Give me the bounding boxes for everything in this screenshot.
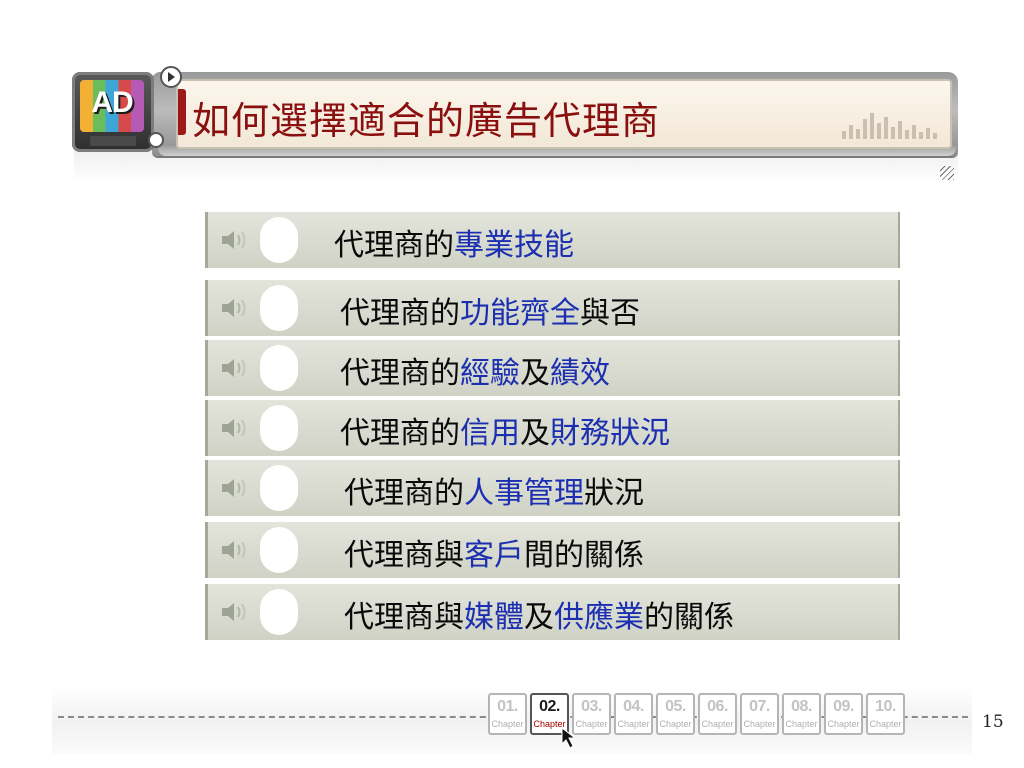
chapter-label: Chapter — [869, 719, 902, 729]
item-keyword: 信用 — [460, 416, 520, 451]
chapter-tab-4[interactable]: 04. Chapter — [614, 693, 653, 735]
speaker-icon[interactable] — [220, 228, 250, 252]
header-banner: 如何選擇適合的廣告代理商 AD — [66, 66, 958, 184]
item-keyword: 財務狀況 — [550, 416, 670, 451]
speaker-icon[interactable] — [220, 356, 250, 380]
item-marker — [260, 345, 298, 391]
item-marker — [260, 405, 298, 451]
item-label: 代理商的專業技能 — [334, 220, 574, 264]
item-prefix: 代理商的 — [340, 416, 460, 451]
resize-grip-icon — [940, 166, 954, 180]
chapter-tab-7[interactable]: 07. Chapter — [740, 693, 779, 735]
speaker-icon[interactable] — [220, 476, 250, 500]
chapter-number: 09. — [833, 698, 854, 715]
title-accent-bar — [178, 89, 186, 135]
item-label: 代理商與媒體及供應業的關係 — [344, 592, 734, 636]
list-item: 代理商的經驗及績效 — [205, 340, 900, 396]
chapter-number: 03. — [581, 698, 602, 715]
ad-monitor-icon: AD — [72, 72, 154, 152]
chapter-number: 04. — [623, 698, 644, 715]
list-item: 代理商的功能齊全與否 — [205, 280, 900, 336]
list-item: 代理商的信用及財務狀況 — [205, 400, 900, 456]
item-prefix: 代理商與 — [344, 600, 464, 635]
chapter-navigation: 01. Chapter 02. Chapter 03. Chapter 04. Chapter… — [488, 693, 905, 735]
page-title: 如何選擇適合的廣告代理商 — [192, 99, 661, 143]
chapter-label: Chapter — [827, 719, 860, 729]
ad-screen: AD — [80, 80, 144, 132]
item-text-part: 及 — [520, 416, 550, 451]
chapter-tab-9[interactable]: 09. Chapter — [824, 693, 863, 735]
list-item: 代理商與媒體及供應業的關係 — [205, 584, 900, 640]
ad-logo-text: AD — [91, 86, 133, 119]
chapter-label: Chapter — [701, 719, 734, 729]
item-label: 代理商的功能齊全與否 — [340, 288, 640, 332]
item-marker — [260, 527, 298, 573]
item-marker — [260, 465, 298, 511]
item-label: 代理商的人事管理狀況 — [344, 468, 644, 512]
chapter-label: Chapter — [743, 719, 776, 729]
item-keyword: 人事管理 — [464, 476, 584, 511]
item-prefix: 代理商與 — [344, 538, 464, 573]
item-label: 代理商與客戶間的關係 — [344, 530, 644, 574]
item-prefix: 代理商的 — [344, 476, 464, 511]
chapter-number: 07. — [749, 698, 770, 715]
chapter-tab-10[interactable]: 10. Chapter — [866, 693, 905, 735]
item-text-part: 的關係 — [644, 600, 734, 635]
list-item: 代理商與客戶間的關係 — [205, 522, 900, 578]
item-prefix: 代理商的 — [340, 356, 460, 391]
item-label: 代理商的信用及財務狀況 — [340, 408, 670, 452]
chapter-label: Chapter — [659, 719, 692, 729]
chapter-label: Chapter — [617, 719, 650, 729]
item-keyword: 供應業 — [554, 600, 644, 635]
speaker-icon[interactable] — [220, 538, 250, 562]
chapter-tab-8[interactable]: 08. Chapter — [782, 693, 821, 735]
item-label: 代理商的經驗及績效 — [340, 348, 610, 392]
item-keyword: 客戶 — [464, 538, 524, 573]
item-text-part: 狀況 — [584, 476, 644, 511]
chapter-tab-1[interactable]: 01. Chapter — [488, 693, 527, 735]
speaker-icon[interactable] — [220, 600, 250, 624]
ad-monitor-stand — [90, 136, 136, 146]
item-text-part: 及 — [524, 600, 554, 635]
cursor-arrow-icon — [561, 726, 577, 749]
list-item: 代理商的專業技能 — [205, 212, 900, 268]
chapter-number: 01. — [497, 698, 518, 715]
equalizer-icon — [842, 107, 942, 139]
title-panel: 如何選擇適合的廣告代理商 — [176, 79, 952, 149]
play-icon[interactable] — [160, 66, 182, 88]
item-text-part: 間的關係 — [524, 538, 644, 573]
chapter-number: 08. — [791, 698, 812, 715]
chapter-number: 02. — [539, 698, 560, 715]
chapter-number: 05. — [665, 698, 686, 715]
item-keyword: 媒體 — [464, 600, 524, 635]
chapter-label: Chapter — [491, 719, 524, 729]
chapter-tab-6[interactable]: 06. Chapter — [698, 693, 737, 735]
chapter-tab-5[interactable]: 05. Chapter — [656, 693, 695, 735]
knob-icon — [148, 132, 164, 148]
speaker-icon[interactable] — [220, 296, 250, 320]
item-keyword: 經驗 — [460, 356, 520, 391]
item-text-part: 與否 — [580, 296, 640, 331]
item-text-part: 及 — [520, 356, 550, 391]
chapter-number: 06. — [707, 698, 728, 715]
item-keyword: 專業技能 — [454, 228, 574, 263]
item-marker — [260, 285, 298, 331]
page-number: 15 — [982, 712, 1004, 732]
item-prefix: 代理商的 — [340, 296, 460, 331]
item-keyword: 功能齊全 — [460, 296, 580, 331]
item-prefix: 代理商的 — [334, 228, 454, 263]
item-keyword: 績效 — [550, 356, 610, 391]
item-marker — [260, 589, 298, 635]
list-item: 代理商的人事管理狀況 — [205, 460, 900, 516]
chapter-label: Chapter — [785, 719, 818, 729]
item-marker — [260, 217, 298, 263]
chapter-number: 10. — [875, 698, 896, 715]
speaker-icon[interactable] — [220, 416, 250, 440]
